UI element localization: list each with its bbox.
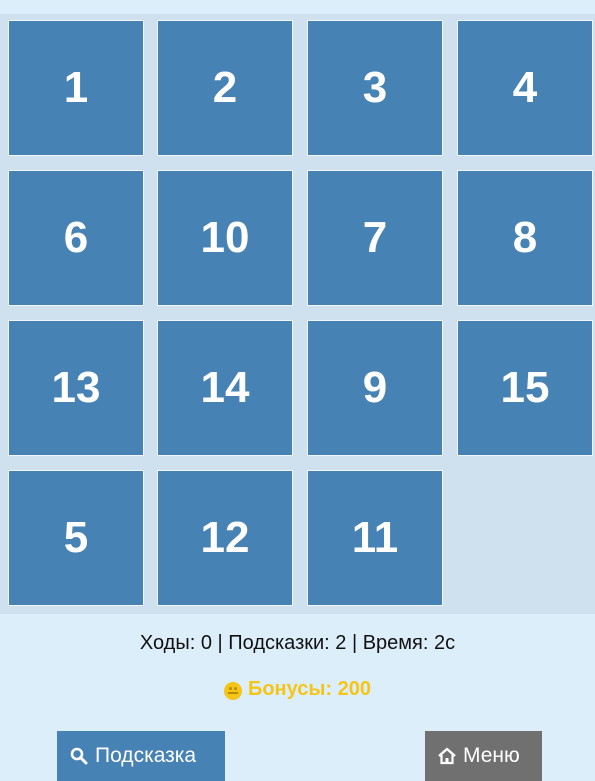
puzzle-tile[interactable]: 3: [307, 20, 443, 156]
menu-button[interactable]: Меню: [425, 731, 542, 781]
puzzle-tile[interactable]: 1: [8, 20, 144, 156]
puzzle-board: 1 2 3 4 6 10 7 8 13 14 9 15 5 12 11: [0, 14, 595, 614]
puzzle-tile[interactable]: 4: [457, 20, 593, 156]
empty-cell: [457, 470, 593, 606]
puzzle-tile[interactable]: 6: [8, 170, 144, 306]
hint-button[interactable]: Подсказка: [57, 731, 225, 781]
puzzle-tile[interactable]: 8: [457, 170, 593, 306]
puzzle-tile[interactable]: 5: [8, 470, 144, 606]
puzzle-tile[interactable]: 13: [8, 320, 144, 456]
home-icon: [438, 747, 456, 765]
menu-button-label: Меню: [463, 744, 520, 767]
puzzle-tile[interactable]: 15: [457, 320, 593, 456]
puzzle-tile[interactable]: 10: [157, 170, 293, 306]
puzzle-tile[interactable]: 2: [157, 20, 293, 156]
puzzle-tile[interactable]: 11: [307, 470, 443, 606]
coin-smiley-icon: [223, 681, 242, 700]
game-stats: Ходы: 0 | Подсказки: 2 | Время: 2с: [139, 632, 456, 654]
puzzle-tile[interactable]: 7: [307, 170, 443, 306]
bonus-label: Бонусы: 200: [247, 678, 372, 700]
puzzle-tile[interactable]: 12: [157, 470, 293, 606]
puzzle-tile[interactable]: 14: [157, 320, 293, 456]
hint-button-label: Подсказка: [95, 744, 197, 767]
bonus-display: Бонусы: 200: [0, 678, 595, 701]
magnifier-icon: [70, 747, 88, 765]
puzzle-tile[interactable]: 9: [307, 320, 443, 456]
